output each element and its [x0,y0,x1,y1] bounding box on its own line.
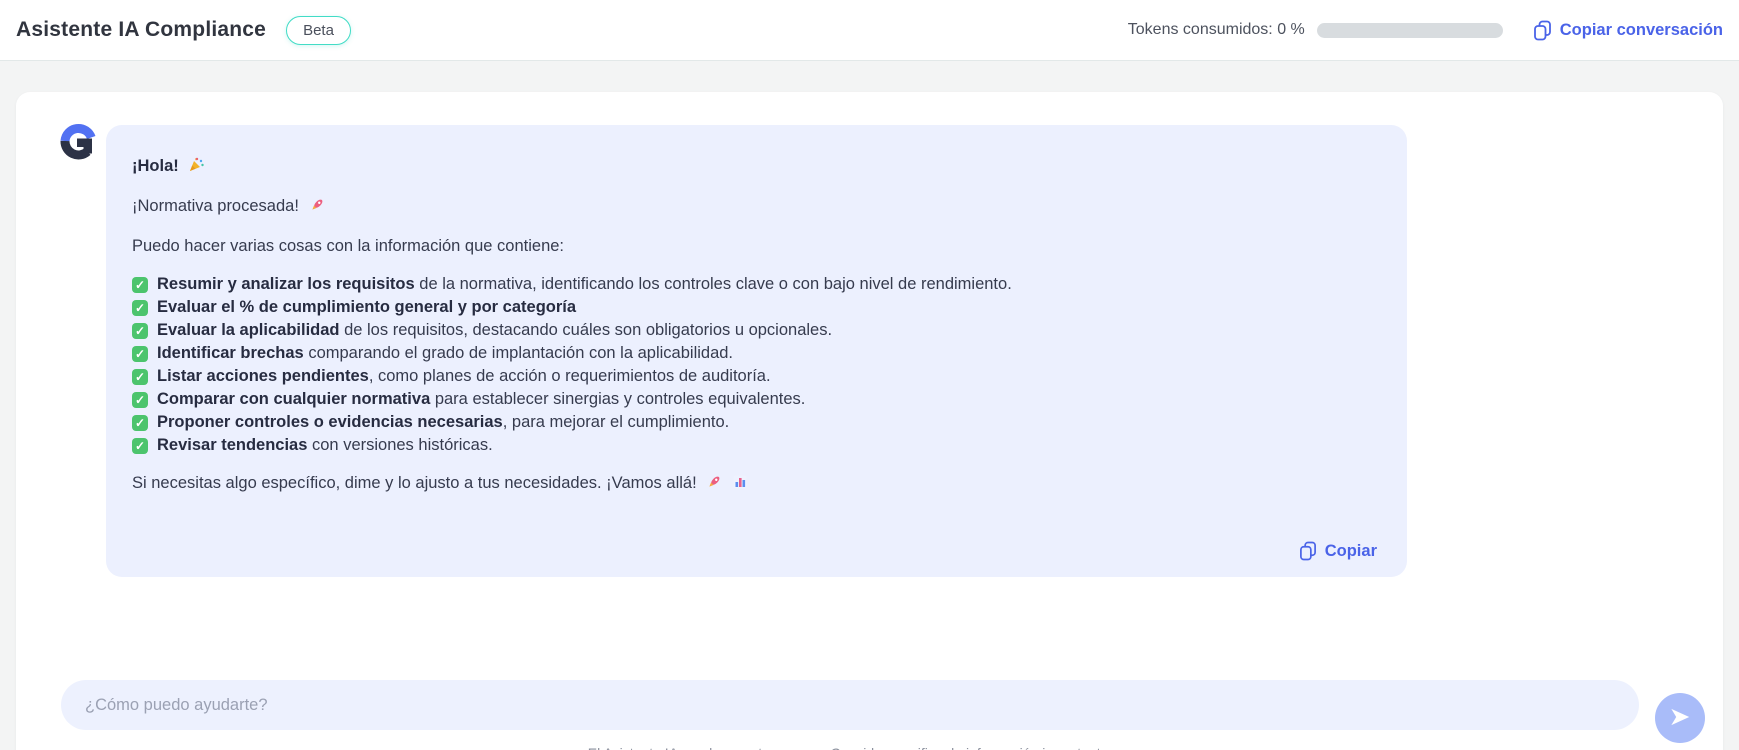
check-icon: ✓ [132,277,148,293]
capability-item: ✓ Evaluar el % de cumplimiento general y… [132,296,1379,319]
copy-icon [1299,541,1317,561]
rocket-icon [706,474,722,497]
app-header: Asistente IA Compliance Beta Tokens cons… [0,0,1739,61]
tokens-consumed-label: Tokens consumidos: 0 % [1128,21,1305,39]
chat-input[interactable] [61,680,1639,730]
check-icon: ✓ [132,392,148,408]
capability-item: ✓ Identificar brechas comparando el grad… [132,342,1379,365]
copy-conversation-label: Copiar conversación [1560,21,1723,40]
capability-item: ✓ Revisar tendencias con versiones histó… [132,434,1379,457]
tokens-progress-bar [1317,23,1503,38]
intro-line: Puedo hacer varias cosas con la informac… [132,235,1379,258]
capability-item: ✓ Resumir y analizar los requisitos de l… [132,273,1379,296]
assistant-message-bubble: ¡Hola! ¡Normativa procesada! [106,125,1407,577]
greeting-text: ¡Hola! [132,157,179,175]
send-button[interactable] [1655,693,1705,743]
greeting-line: ¡Hola! [132,155,1379,180]
beta-badge: Beta [286,16,351,45]
copy-message-label: Copiar [1325,542,1377,561]
capability-item: ✓ Proponer controles o evidencias necesa… [132,411,1379,434]
capability-item: ✓ Listar acciones pendientes, como plane… [132,365,1379,388]
assistant-avatar g-logo-icon [58,120,98,162]
capability-item: ✓ Comparar con cualquier normativa para … [132,388,1379,411]
check-icon: ✓ [132,300,148,316]
copy-message-button[interactable]: Copiar [1299,541,1377,561]
send-paper-plane-icon [1667,704,1693,733]
closing-line: Si necesitas algo específico, dime y lo … [132,472,1379,497]
chat-panel: ¡Hola! ¡Normativa procesada! [16,92,1723,750]
bar-chart-icon [732,474,748,497]
check-icon: ✓ [132,323,148,339]
processed-text: ¡Normativa procesada! [132,197,299,215]
closing-text: Si necesitas algo específico, dime y lo … [132,474,697,492]
check-icon: ✓ [132,369,148,385]
check-icon: ✓ [132,415,148,431]
page-title: Asistente IA Compliance [16,18,266,42]
processed-line: ¡Normativa procesada! [132,195,1379,220]
copy-conversation-button[interactable]: Copiar conversación [1533,20,1723,41]
ai-disclaimer: El Asistente IA puede cometer errores. C… [61,745,1639,750]
header-right: Tokens consumidos: 0 % Copiar conversaci… [1128,20,1723,41]
copy-icon [1533,20,1552,41]
party-popper-icon [188,156,205,180]
capabilities-list: ✓ Resumir y analizar los requisitos de l… [132,273,1379,457]
check-icon: ✓ [132,438,148,454]
check-icon: ✓ [132,346,148,362]
rocket-icon [309,197,325,220]
capability-item: ✓ Evaluar la aplicabilidad de los requis… [132,319,1379,342]
